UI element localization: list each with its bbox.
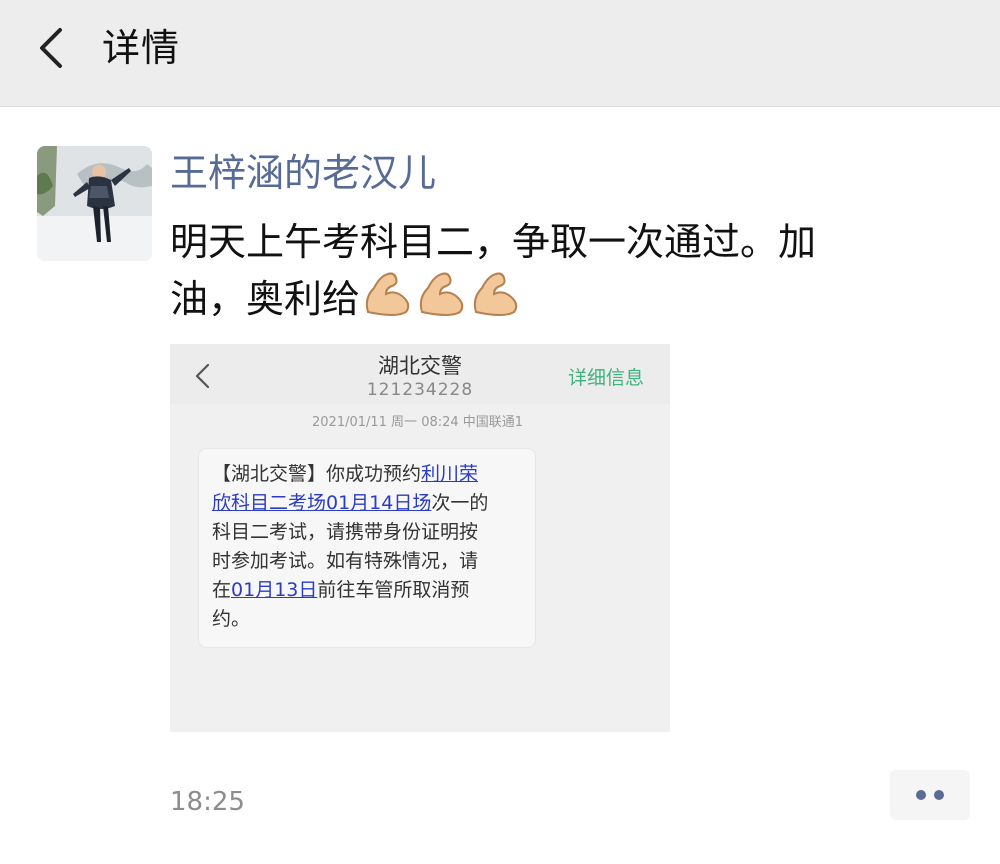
sms-date-link: 01月13日 [231, 579, 318, 601]
sms-location-link: 欣科目二考场01月14日场 [212, 492, 432, 514]
more-dots-icon [916, 790, 926, 800]
page-title: 详情 [102, 26, 181, 70]
avatar-photo [37, 146, 152, 261]
sms-text: 在 [212, 579, 232, 601]
post-time: 18:25 [170, 787, 245, 817]
sms-line: 欣科目二考场01月14日场次一的 [212, 489, 522, 518]
post-text-line: 油，奥利给 [170, 277, 361, 321]
flexed-biceps-icon [365, 272, 410, 316]
more-button[interactable] [890, 770, 970, 820]
top-navbar: 详情 [0, 0, 1000, 107]
flexed-biceps-icon [473, 272, 518, 316]
more-dots-icon [934, 790, 944, 800]
sms-line: 时参加考试。如有特殊情况，请 [212, 550, 479, 572]
sms-detail-link: 详细信息 [567, 367, 644, 389]
sms-line: 在01月13日前往车管所取消预 [212, 576, 522, 605]
chevron-left-icon [40, 28, 62, 68]
author-name[interactable]: 王梓涵的老汉儿 [170, 148, 436, 198]
flexed-biceps-icon [419, 272, 464, 316]
post-image[interactable]: 湖北交警 121234228 详细信息 2021/01/11 周一 08:24 … [170, 344, 670, 732]
sms-text: 次一的 [431, 492, 489, 514]
back-button[interactable] [30, 22, 74, 74]
post-text-line-with-emoji: 油，奥利给 [170, 268, 940, 325]
sms-message: 【湖北交警】你成功预约利川荣 欣科目二考场01月14日场次一的 科目二考试，请携… [212, 460, 522, 634]
sms-timestamp: 2021/01/11 周一 08:24 中国联通1 [312, 415, 524, 430]
sms-text: 前往车管所取消预 [317, 579, 470, 601]
moment-detail-page: 详情 王梓涵的老汉儿 明天上午考科目二，争取一次通过。加 油，奥利给 湖北交警 [0, 0, 1000, 864]
post-text-line: 明天上午考科目二，争取一次通过。加 [170, 220, 817, 264]
sms-header: 湖北交警 121234228 详细信息 [170, 344, 670, 404]
sms-line: 约。 [212, 608, 251, 630]
sms-line: 科目二考试，请携带身份证明按 [212, 521, 479, 543]
sms-line: 【湖北交警】你成功预约利川荣 [212, 460, 522, 489]
sms-location-link: 利川荣 [421, 463, 479, 485]
avatar[interactable] [37, 146, 152, 261]
sms-text: 【湖北交警】你成功预约 [212, 463, 422, 485]
post-text: 明天上午考科目二，争取一次通过。加 油，奥利给 [170, 216, 940, 325]
